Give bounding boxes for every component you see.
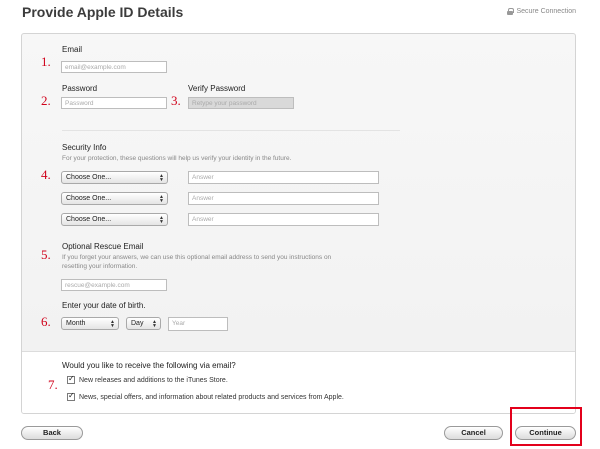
new-releases-checkbox[interactable] [67,374,75,384]
security-question-1-value: Choose One... [66,174,112,181]
cancel-button[interactable]: Cancel [444,426,503,440]
annotation-2: 2. [41,93,51,108]
annotation-5: 5. [41,247,51,262]
date-of-birth-label: Enter your date of birth. [62,301,146,310]
security-question-select-3[interactable]: Choose One... ▲ ▼ [61,213,168,226]
birth-year-field[interactable]: Year [168,317,228,331]
security-answer-1[interactable]: Answer [188,171,379,184]
security-question-3-value: Choose One... [66,216,112,223]
rescue-email-field[interactable]: rescue@example.com [61,279,167,291]
select-arrows-icon: ▲ ▼ [110,319,115,329]
secure-connection: Secure Connection [507,8,576,15]
select-arrows-icon: ▲ ▼ [152,319,157,329]
annotation-4: 4. [41,167,51,182]
rescue-email-label: Optional Rescue Email [62,242,144,251]
secure-connection-label: Secure Connection [516,8,576,15]
security-question-select-1[interactable]: Choose One... ▲ ▼ [61,171,168,184]
form-panel: Email 1. email@example.com Password 2. P… [21,33,576,414]
birth-day-value: Day [131,320,144,327]
security-answer-3[interactable]: Answer [188,213,379,226]
birth-day-select[interactable]: Day ▲ ▼ [126,317,161,330]
security-question-select-2[interactable]: Choose One... ▲ ▼ [61,192,168,205]
annotation-7: 7. [48,377,58,392]
email-field[interactable]: email@example.com [61,61,167,73]
birth-month-select[interactable]: Month ▲ ▼ [61,317,119,330]
lock-icon [507,8,515,15]
continue-highlight-box [510,407,582,446]
birth-month-value: Month [66,320,86,327]
security-answer-2[interactable]: Answer [188,192,379,205]
news-offers-label: News, special offers, and information ab… [79,394,344,401]
new-releases-label: New releases and additions to the iTunes… [79,377,228,384]
password-field[interactable]: Password [61,97,167,109]
news-offers-checkbox[interactable] [67,391,75,401]
rescue-email-description-line2: resetting your information. [62,263,138,270]
divider [62,130,400,131]
page-title: Provide Apple ID Details [22,4,184,20]
annotation-3: 3. [171,93,181,108]
annotation-1: 1. [41,54,51,69]
verify-password-label: Verify Password [188,84,246,93]
security-info-label: Security Info [62,143,107,152]
verify-password-field[interactable]: Retype your password [188,97,294,109]
select-arrows-icon: ▲ ▼ [159,194,164,204]
security-info-description: For your protection, these questions wil… [62,155,292,162]
email-preferences-question: Would you like to receive the following … [62,361,236,370]
back-button[interactable]: Back [21,426,83,440]
password-label: Password [62,84,98,93]
annotation-6: 6. [41,314,51,329]
email-label: Email [62,45,83,54]
select-arrows-icon: ▲ ▼ [159,173,164,183]
select-arrows-icon: ▲ ▼ [159,215,164,225]
security-question-2-value: Choose One... [66,195,112,202]
